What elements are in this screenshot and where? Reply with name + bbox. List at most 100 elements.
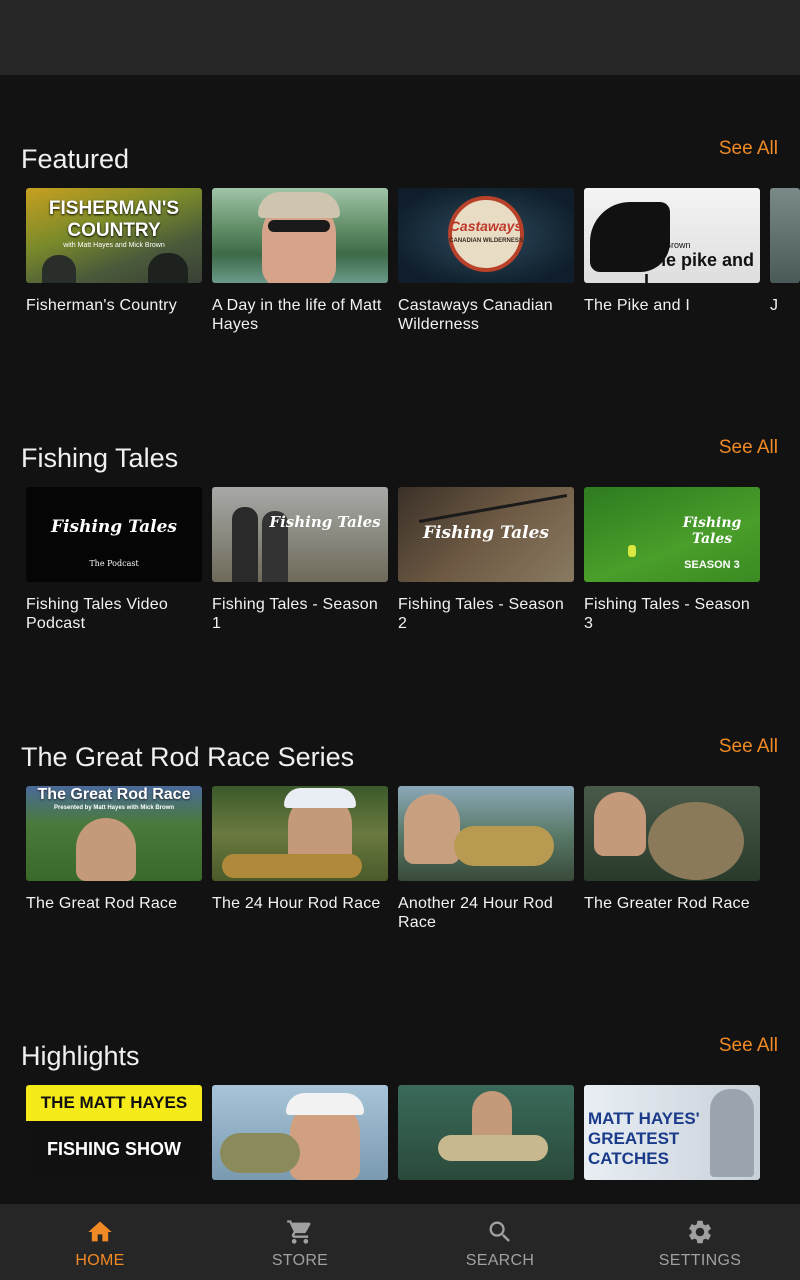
thumb-title: FISHERMAN'S COUNTRY (48, 198, 180, 241)
person-face (472, 1091, 512, 1141)
content-card[interactable]: A Day in the life of Matt Hayes (212, 188, 388, 334)
thumbnail (398, 786, 574, 881)
card-caption: A Day in the life of Matt Hayes (212, 297, 382, 333)
thumb-title: MATT HAYES' GREATEST CATCHES (588, 1109, 700, 1168)
content-card[interactable]: Fishing Tales The Podcast Fishing Tales … (26, 487, 202, 633)
content-card[interactable]: THE MATT HAYES FISHING SHOW (26, 1085, 202, 1193)
fishing-rod (418, 493, 568, 524)
thumbnail: Castaways CANADIAN WILDERNESS (398, 188, 574, 283)
section-title: The Great Rod Race Series (21, 742, 355, 772)
content-card[interactable]: MATT HAYES' GREATEST CATCHES (584, 1085, 760, 1193)
thumbnail: Fishing Tales (398, 487, 574, 582)
card-caption: The Pike and I (584, 297, 690, 314)
thumb-title: Fishing Tales (51, 517, 177, 537)
thumb-subtitle: Mick Brown (644, 240, 691, 250)
fish (454, 826, 554, 866)
content-card[interactable]: Mick Brown The pike and I The Pike and I (584, 188, 760, 315)
cap (286, 1093, 364, 1115)
fish (648, 802, 744, 880)
person-face (594, 792, 646, 856)
card-caption: Fishing Tales - Season 1 (212, 596, 378, 632)
nav-label: SETTINGS (658, 1252, 742, 1269)
thumbnail (212, 786, 388, 881)
section-great-rod-race: The Great Rod Race Series See All The Gr… (0, 736, 800, 1032)
content-card[interactable] (398, 1085, 574, 1193)
sunglasses (268, 220, 330, 232)
carousel-row[interactable]: FISHERMAN'S COUNTRY with Matt Hayes and … (26, 188, 800, 348)
gear-icon (689, 1220, 711, 1244)
thumb-subtitle: with Matt Hayes and Mick Brown (63, 242, 165, 249)
section-title: Featured (21, 144, 130, 174)
thumb-subtitle: SEASON 3 (684, 559, 740, 571)
thumbnail: The Great Rod Race Presented by Matt Hay… (26, 786, 202, 881)
card-caption: J (770, 297, 779, 314)
nav-settings[interactable]: SETTINGS (600, 1204, 800, 1280)
content-card[interactable]: Castaways CANADIAN WILDERNESS Castaways … (398, 188, 574, 334)
person-face (404, 794, 460, 864)
card-caption: Fishing Tales Video Podcast (26, 596, 168, 632)
search-icon (489, 1221, 510, 1242)
fish (438, 1135, 548, 1161)
nav-search[interactable]: SEARCH (400, 1204, 600, 1280)
thumbnail: MATT HAYES' GREATEST CATCHES (584, 1085, 760, 1180)
nav-label: SEARCH (465, 1252, 535, 1269)
nav-store[interactable]: STORE (200, 1204, 400, 1280)
nav-label: HOME (75, 1252, 125, 1269)
person-face (76, 818, 136, 881)
see-all-link[interactable]: See All (719, 437, 778, 459)
content-card[interactable]: Fishing Tales SEASON 3 Fishing Tales - S… (584, 487, 760, 633)
thumbnail (584, 786, 760, 881)
content-card[interactable]: J (770, 188, 800, 315)
float-marker (628, 545, 636, 557)
content-card[interactable]: FISHERMAN'S COUNTRY with Matt Hayes and … (26, 188, 202, 315)
thumbnail: Fishing Tales SEASON 3 (584, 487, 760, 582)
nav-home[interactable]: HOME (0, 1204, 200, 1280)
content-card[interactable]: Another 24 Hour Rod Race (398, 786, 574, 932)
section-fishing-tales: Fishing Tales See All Fishing Tales The … (0, 437, 800, 733)
fish (220, 1133, 300, 1173)
person-silhouette (232, 507, 258, 582)
thumb-title: The pike and I (644, 250, 755, 283)
bottom-navigation: HOME STORE SEARCH SETTINGS (0, 1204, 800, 1280)
card-caption: The Great Rod Race (26, 895, 178, 912)
cap (258, 192, 340, 218)
thumbnail (212, 188, 388, 283)
content-card[interactable]: The Greater Rod Race (584, 786, 760, 913)
thumbnail: THE MATT HAYES FISHING SHOW (26, 1085, 202, 1180)
card-caption: Another 24 Hour Rod Race (398, 895, 554, 931)
content-card[interactable]: Fishing Tales Fishing Tales - Season 1 (212, 487, 388, 633)
card-caption: Castaways Canadian Wilderness (398, 297, 553, 333)
fish (222, 854, 362, 878)
thumb-subtitle: The Podcast (89, 559, 139, 568)
card-caption: Fisherman's Country (26, 297, 177, 314)
cap (284, 788, 356, 808)
home-icon (88, 1221, 112, 1242)
top-app-bar (0, 0, 800, 75)
thumbnail: Fishing Tales The Podcast (26, 487, 202, 582)
see-all-link[interactable]: See All (719, 1035, 778, 1057)
carousel-row[interactable]: The Great Rod Race Presented by Matt Hay… (26, 786, 800, 946)
thumbnail (770, 188, 800, 283)
see-all-link[interactable]: See All (719, 138, 778, 160)
thumb-title: Fishing Tales (682, 515, 742, 547)
thumb-title: The Great Rod Race (37, 786, 191, 803)
person-face (710, 1089, 754, 1177)
thumbnail (398, 1085, 574, 1180)
content-card[interactable] (212, 1085, 388, 1193)
thumbnail: FISHERMAN'S COUNTRY with Matt Hayes and … (26, 188, 202, 283)
thumbnail (212, 1085, 388, 1180)
content-card[interactable]: The 24 Hour Rod Race (212, 786, 388, 913)
content-card[interactable]: The Great Rod Race Presented by Matt Hay… (26, 786, 202, 913)
card-caption: Fishing Tales - Season 3 (584, 596, 750, 632)
see-all-link[interactable]: See All (719, 736, 778, 758)
thumb-subtitle: FISHING SHOW (47, 1139, 181, 1159)
section-title: Highlights (21, 1041, 140, 1071)
thumb-title: THE MATT HAYES (40, 1093, 188, 1112)
content-card[interactable]: Fishing Tales Fishing Tales - Season 2 (398, 487, 574, 633)
section-title: Fishing Tales (21, 443, 179, 473)
card-caption: Fishing Tales - Season 2 (398, 596, 564, 632)
carousel-row[interactable]: Fishing Tales The Podcast Fishing Tales … (26, 487, 800, 647)
thumb-title: Fishing Tales (423, 523, 549, 543)
cart-icon (287, 1220, 311, 1244)
logo-badge (448, 196, 524, 272)
